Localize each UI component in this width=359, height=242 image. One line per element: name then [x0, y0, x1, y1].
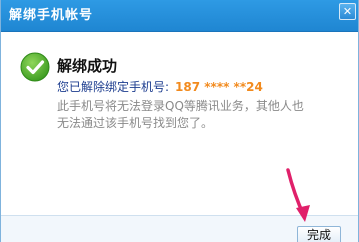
unbind-phone-dialog: 解绑手机帐号 ✕ 解绑成功 您已解除绑定手机号: 187 **** **24 此手… — [0, 0, 359, 242]
masked-phone-number: 187 **** **24 — [175, 80, 263, 94]
dialog-title: 解绑手机帐号 — [9, 8, 94, 23]
success-headline: 解绑成功 — [57, 57, 118, 75]
title-bar[interactable]: 解绑手机帐号 ✕ — [1, 0, 358, 32]
done-button[interactable]: 完成 — [297, 226, 341, 242]
unbound-phone-label: 您已解除绑定手机号: — [57, 80, 170, 94]
unbind-description: 此手机号将无法登录QQ等腾讯业务，其他人也无法通过该手机号找到您了。 — [57, 99, 304, 130]
unbound-phone-line: 您已解除绑定手机号: 187 **** **24 — [57, 80, 263, 95]
check-circle-icon — [20, 52, 50, 82]
close-button[interactable]: ✕ — [339, 3, 356, 20]
close-icon: ✕ — [342, 5, 353, 18]
